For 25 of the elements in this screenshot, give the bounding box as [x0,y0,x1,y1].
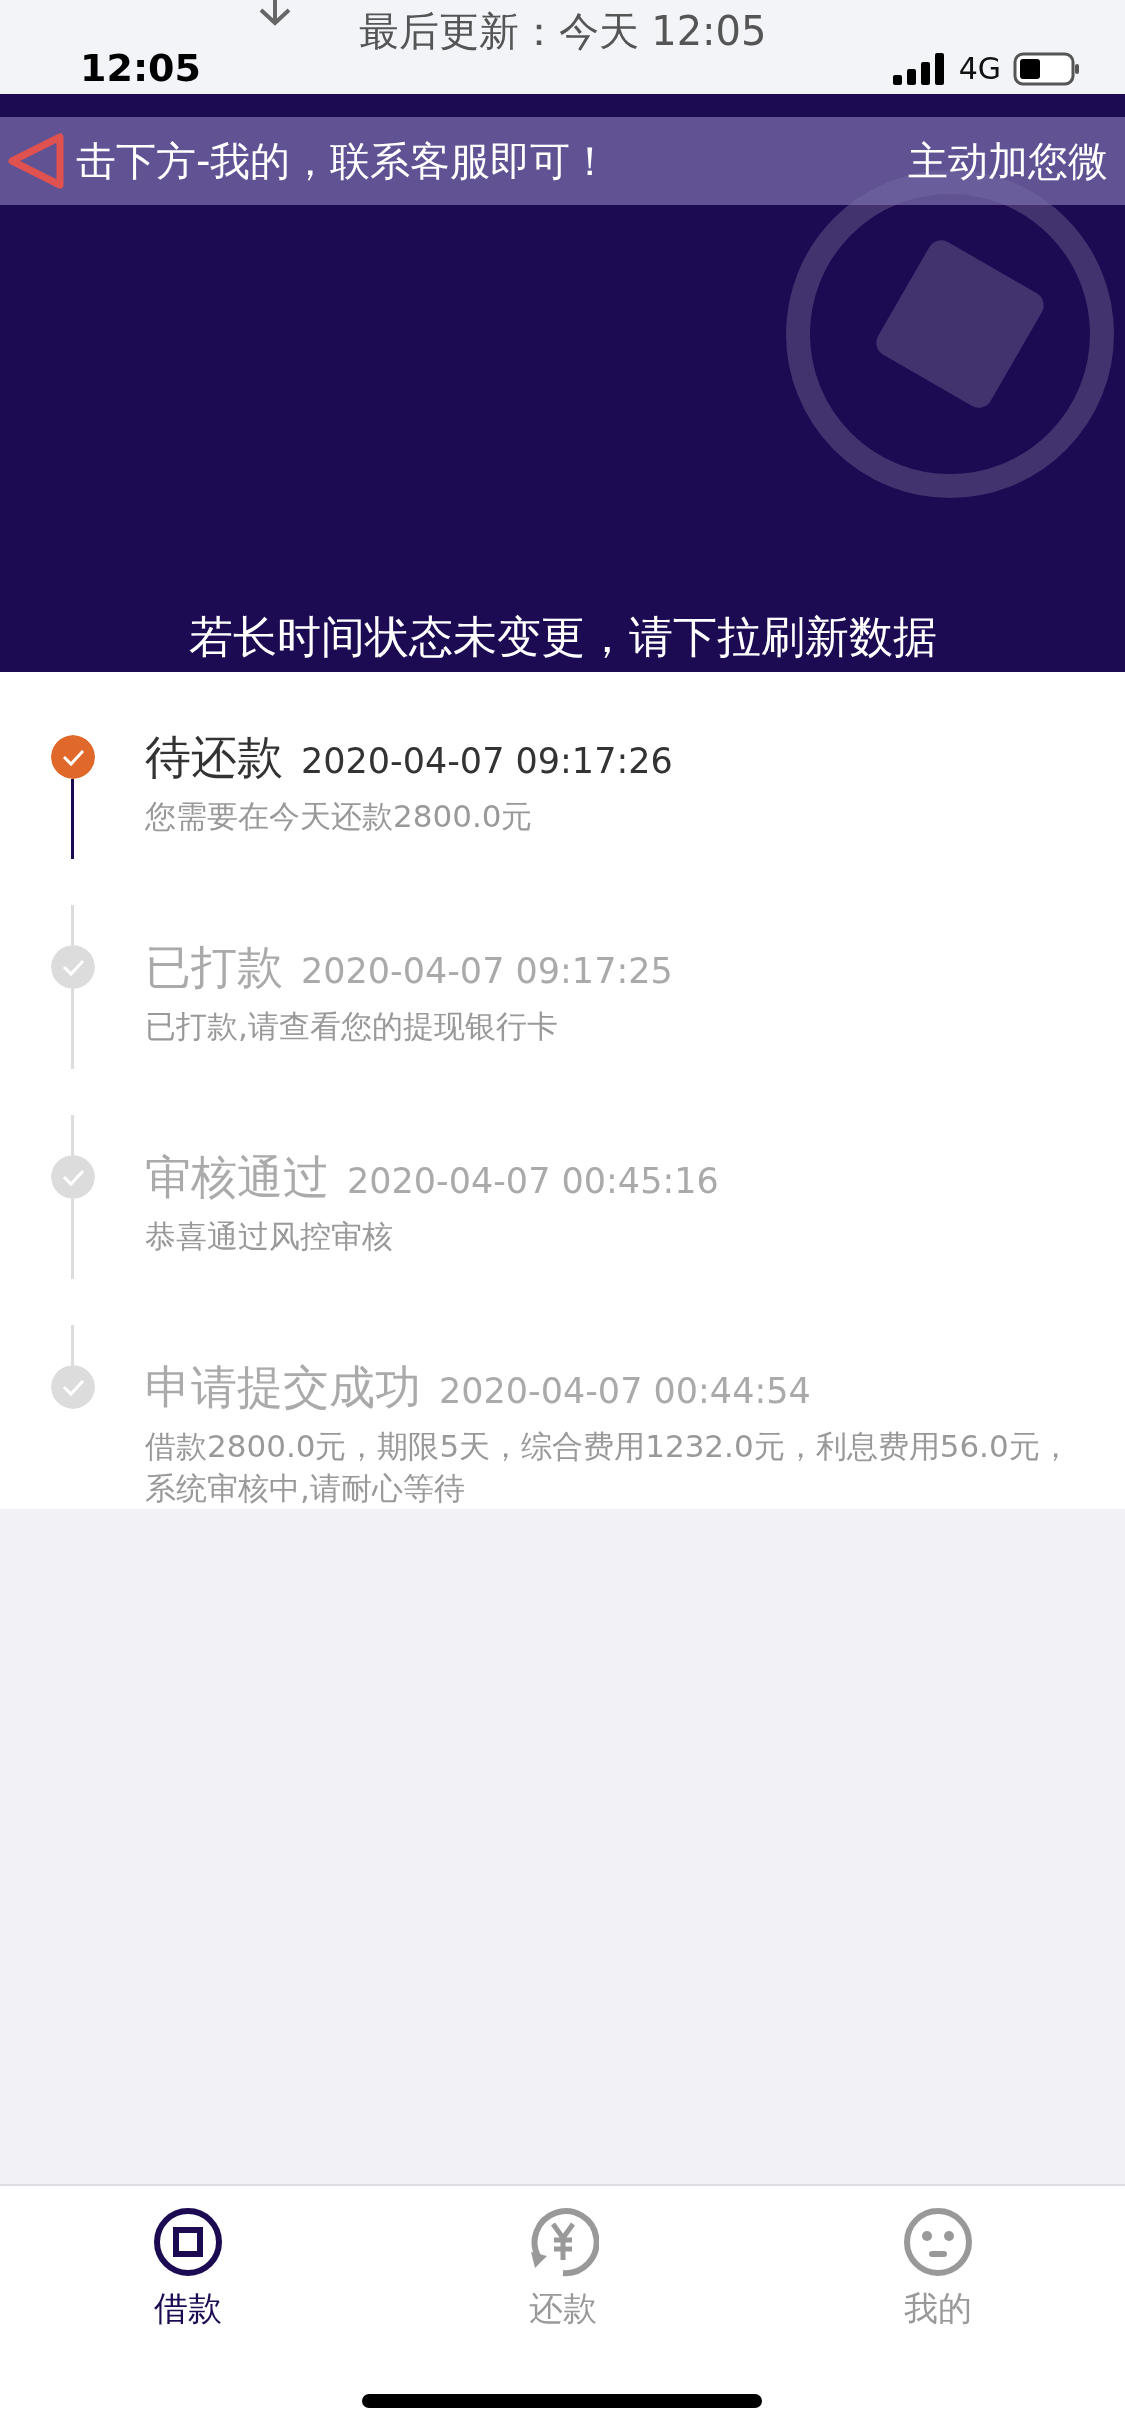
step-title: 申请提交成功 [145,1359,421,1416]
step-time: 2020-04-07 09:17:25 [301,950,673,993]
step-time: 2020-04-07 09:17:26 [301,740,673,783]
notice-text: 击下方-我的，联系客服即可！ [76,137,611,185]
status-time: 12:05 [80,46,201,90]
step-title: 待还款 [145,729,283,786]
battery-icon [1013,52,1081,86]
step-description: 借款2800.0元，期限5天，综合费用1232.0元，利息费用56.0元，系统审核中,请耐心等待 [145,1427,1072,1508]
face-icon [901,2206,974,2278]
network-label: 4G [958,52,1001,86]
tab[interactable]: 还款 [375,2186,750,2436]
notice-text: 主动加您微 [908,137,1108,185]
step-title: 已打款 [145,939,283,996]
last-updated-text: 最后更新：今天 12:05 [358,8,767,54]
step-title: 审核通过 [145,1149,329,1206]
refresh-hint: 若长时间状态未变更，请下拉刷新数据 [188,611,937,662]
step-description: 已打款,请查看您的提现银行卡 [145,1007,559,1046]
step-time: 2020-04-07 00:45:16 [347,1160,719,1203]
step-time: 2020-04-07 00:44:54 [439,1370,811,1413]
tab[interactable]: 借款 [0,2186,375,2436]
signal-icon [892,53,947,85]
step-description: 您需要在今天还款2800.0元 [145,797,534,836]
step-description: 恭喜通过风控审核 [145,1217,394,1256]
tab[interactable]: 我的 [750,2186,1125,2436]
square-circle-icon [151,2206,224,2278]
